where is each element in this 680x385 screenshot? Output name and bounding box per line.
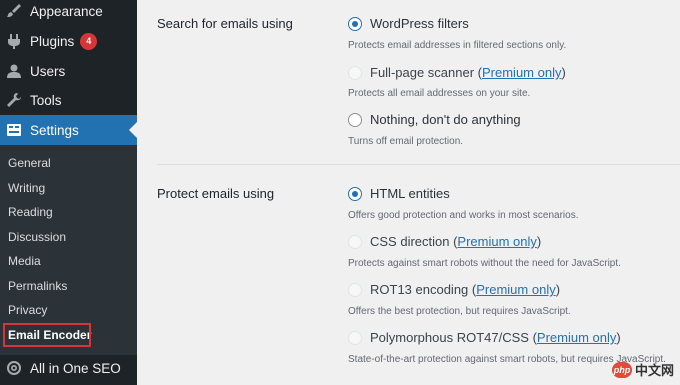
radio-html-entities[interactable] <box>348 186 362 201</box>
premium-only-link[interactable]: Premium only <box>537 330 616 345</box>
sidebar-item-label: Settings <box>30 122 79 138</box>
option-label: Full-page scanner ( <box>370 65 482 80</box>
option-label: Polymorphous ROT47/CSS ( <box>370 330 537 345</box>
option-label: WordPress filters <box>370 16 469 31</box>
sidebar-item-settings[interactable]: Settings <box>0 115 137 145</box>
option-label-suffix: ) <box>616 330 621 345</box>
submenu-item-reading[interactable]: Reading <box>8 205 53 219</box>
sidebar-item-label: Users <box>30 63 66 79</box>
option-rot13-encoding[interactable]: ROT13 encoding (Premium only) <box>348 282 560 297</box>
option-description: Offers good protection and works in most… <box>348 210 579 221</box>
option-label-suffix: ) <box>555 282 561 297</box>
search-group-label: Search for emails using <box>157 16 293 31</box>
active-menu-arrow <box>129 122 137 138</box>
sidebar-item-all-in-one-seo[interactable]: All in One SEO <box>0 354 137 382</box>
sidebar-item-label: Tools <box>30 92 62 108</box>
option-description: Turns off email protection. <box>348 136 464 147</box>
site-watermark: php 中文网 <box>611 360 674 379</box>
php-logo: php <box>611 361 632 378</box>
sidebar-item-users[interactable]: Users <box>0 57 137 85</box>
option-html-entities[interactable]: HTML entities <box>348 186 450 201</box>
premium-only-link[interactable]: Premium only <box>476 282 555 297</box>
highlight-box <box>3 323 91 347</box>
settings-panel: Search for emails using WordPress filter… <box>137 0 680 385</box>
option-polymorphous-rot47[interactable]: Polymorphous ROT47/CSS (Premium only) <box>348 330 621 345</box>
option-description: Protects all email addresses on your sit… <box>348 88 531 99</box>
paintbrush-icon <box>6 3 22 19</box>
submenu-item-discussion[interactable]: Discussion <box>8 230 66 244</box>
option-nothing[interactable]: Nothing, don't do anything <box>348 112 521 127</box>
sidebar-item-tools[interactable]: Tools <box>0 86 137 114</box>
premium-only-link[interactable]: Premium only <box>457 234 536 249</box>
wrench-icon <box>6 92 22 108</box>
radio-polymorphous-rot47[interactable] <box>348 330 362 345</box>
sidebar-item-appearance[interactable]: Appearance <box>0 0 137 25</box>
option-wordpress-filters[interactable]: WordPress filters <box>348 16 469 31</box>
radio-full-page-scanner[interactable] <box>348 65 362 80</box>
option-css-direction[interactable]: CSS direction (Premium only) <box>348 234 541 249</box>
admin-sidebar: Appearance Plugins 4 Users Tools Setting… <box>0 0 137 385</box>
sidebar-item-plugins[interactable]: Plugins 4 <box>0 27 137 55</box>
submenu-item-general[interactable]: General <box>8 156 51 170</box>
option-description: Protects email addresses in filtered sec… <box>348 40 567 51</box>
user-icon <box>6 63 22 79</box>
option-label: Nothing, don't do anything <box>370 112 521 127</box>
update-count-badge: 4 <box>80 32 98 50</box>
plugin-icon <box>6 33 22 49</box>
watermark-text: 中文网 <box>634 363 674 378</box>
submenu-item-media[interactable]: Media <box>8 254 41 268</box>
submenu-item-permalinks[interactable]: Permalinks <box>8 279 67 293</box>
radio-nothing[interactable] <box>348 112 362 127</box>
option-label-suffix: ) <box>561 65 566 80</box>
option-label: ROT13 encoding ( <box>370 282 477 297</box>
radio-css-direction[interactable] <box>348 234 362 249</box>
sidebar-item-label: Plugins <box>30 33 75 49</box>
submenu-item-writing[interactable]: Writing <box>8 181 45 195</box>
radio-wordpress-filters[interactable] <box>348 16 362 31</box>
option-label-suffix: ) <box>536 234 542 249</box>
option-label: CSS direction ( <box>370 234 458 249</box>
section-divider <box>157 164 680 165</box>
protect-group-label: Protect emails using <box>157 186 275 201</box>
settings-icon <box>6 122 22 138</box>
option-full-page-scanner[interactable]: Full-page scanner (Premium only) <box>348 65 566 80</box>
option-description: Protects against smart robots without th… <box>348 258 621 269</box>
radio-rot13-encoding[interactable] <box>348 282 362 297</box>
premium-only-link[interactable]: Premium only <box>482 65 561 80</box>
option-description: Offers the best protection, but requires… <box>348 306 571 317</box>
submenu-item-privacy[interactable]: Privacy <box>8 303 47 317</box>
gear-icon <box>6 360 22 376</box>
sidebar-item-label: All in One SEO <box>30 360 121 376</box>
option-label: HTML entities <box>370 186 450 201</box>
sidebar-item-label: Appearance <box>30 3 103 19</box>
